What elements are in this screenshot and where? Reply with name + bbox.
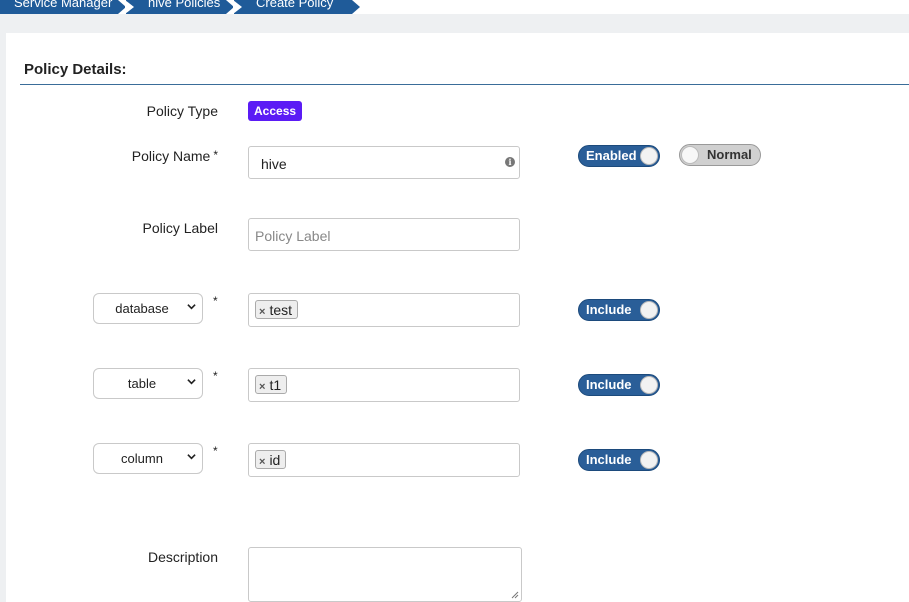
include-toggle-database[interactable]: Include [578,299,660,321]
chevron-down-icon [187,454,196,460]
resource-values-input-database[interactable]: × test [248,293,520,327]
enabled-toggle[interactable]: Enabled [578,145,660,167]
breadcrumb-hive-policies[interactable]: hive Policies [125,0,234,14]
value-tag: × id [255,450,287,469]
breadcrumb: Service Manager hive Policies Create Pol… [0,0,909,14]
resource-select-database[interactable]: database [93,293,203,324]
chevron-down-icon [187,304,196,310]
chevron-down-icon [187,379,196,385]
resource-values-input-column[interactable]: × id [248,443,520,477]
required-marker: * [213,369,218,383]
resource-select-column[interactable]: column [93,443,203,474]
policy-name-input[interactable]: hive i [248,146,520,179]
policy-type-label: Policy Type [146,103,218,119]
resize-handle-icon[interactable] [511,591,519,599]
policy-label-label: Policy Label [142,220,219,236]
include-toggle-table[interactable]: Include [578,374,660,396]
breadcrumb-create-policy[interactable]: Create Policy [233,0,360,14]
description-textarea[interactable] [248,547,522,602]
resource-select-table[interactable]: table [93,368,203,399]
description-label: Description [147,549,218,565]
toggle-knob [640,376,658,394]
toggle-knob [640,301,658,319]
policy-label-input[interactable]: Policy Label [248,218,520,251]
section-title: Policy Details: [24,61,127,78]
toggle-knob [640,451,658,469]
info-icon[interactable]: i [505,157,515,167]
policy-name-label: Policy Name * [131,148,218,164]
breadcrumb-service-manager[interactable]: Service Manager [0,0,126,14]
remove-tag-icon[interactable]: × [259,456,265,468]
toggle-knob [681,146,699,164]
required-marker: * [213,444,218,458]
resource-values-input-table[interactable]: × t1 [248,368,520,402]
include-toggle-column[interactable]: Include [578,449,660,471]
toggle-knob [640,147,658,165]
section-divider [20,84,909,85]
page-background [0,14,909,33]
value-tag: × t1 [255,375,288,394]
normal-toggle[interactable]: Normal [679,144,761,166]
policy-type-badge: Access [248,101,303,121]
value-tag: × test [255,300,299,319]
remove-tag-icon[interactable]: × [259,381,265,393]
remove-tag-icon[interactable]: × [259,306,265,318]
required-marker: * [213,294,218,308]
